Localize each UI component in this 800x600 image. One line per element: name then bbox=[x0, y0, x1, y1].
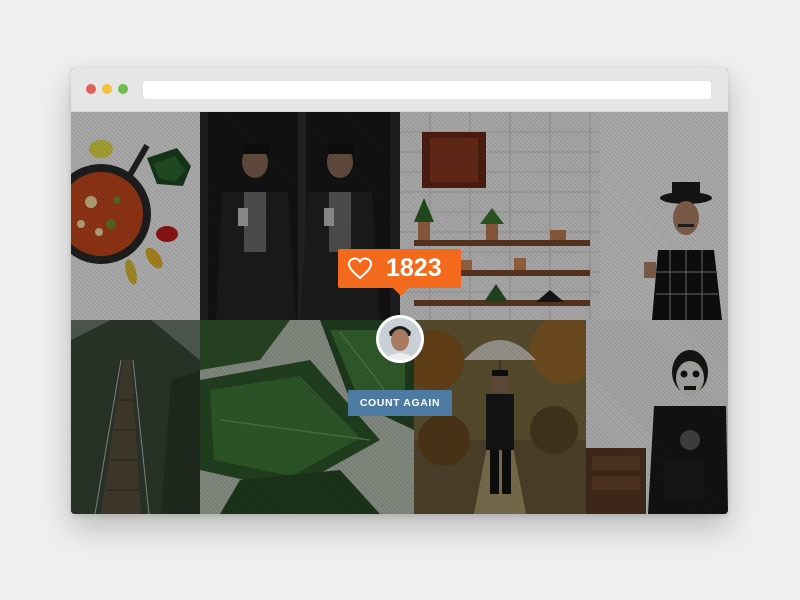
photo-umbrella-autumn bbox=[414, 320, 586, 514]
photo-man-in-hat bbox=[600, 112, 728, 320]
photo-mirror-selfie bbox=[200, 112, 400, 320]
photo-pizza-pan bbox=[71, 112, 200, 320]
photo-grid: 1823 COUNT AGAIN bbox=[71, 112, 728, 514]
address-bar[interactable] bbox=[142, 80, 712, 100]
photo-skull-face bbox=[586, 320, 728, 514]
heart-outline-icon bbox=[347, 256, 373, 279]
count-again-button[interactable]: COUNT AGAIN bbox=[348, 390, 452, 416]
browser-window: 1823 COUNT AGAIN bbox=[71, 68, 728, 514]
maximize-window-button[interactable] bbox=[118, 84, 128, 94]
like-count: 1823 bbox=[386, 254, 442, 282]
minimize-window-button[interactable] bbox=[102, 84, 112, 94]
close-window-button[interactable] bbox=[86, 84, 96, 94]
photo-suspension-bridge bbox=[71, 320, 200, 514]
avatar bbox=[376, 315, 424, 363]
like-count-badge: 1823 bbox=[338, 249, 461, 296]
photo-kitchen-shelves bbox=[400, 112, 600, 320]
browser-toolbar bbox=[71, 68, 728, 112]
